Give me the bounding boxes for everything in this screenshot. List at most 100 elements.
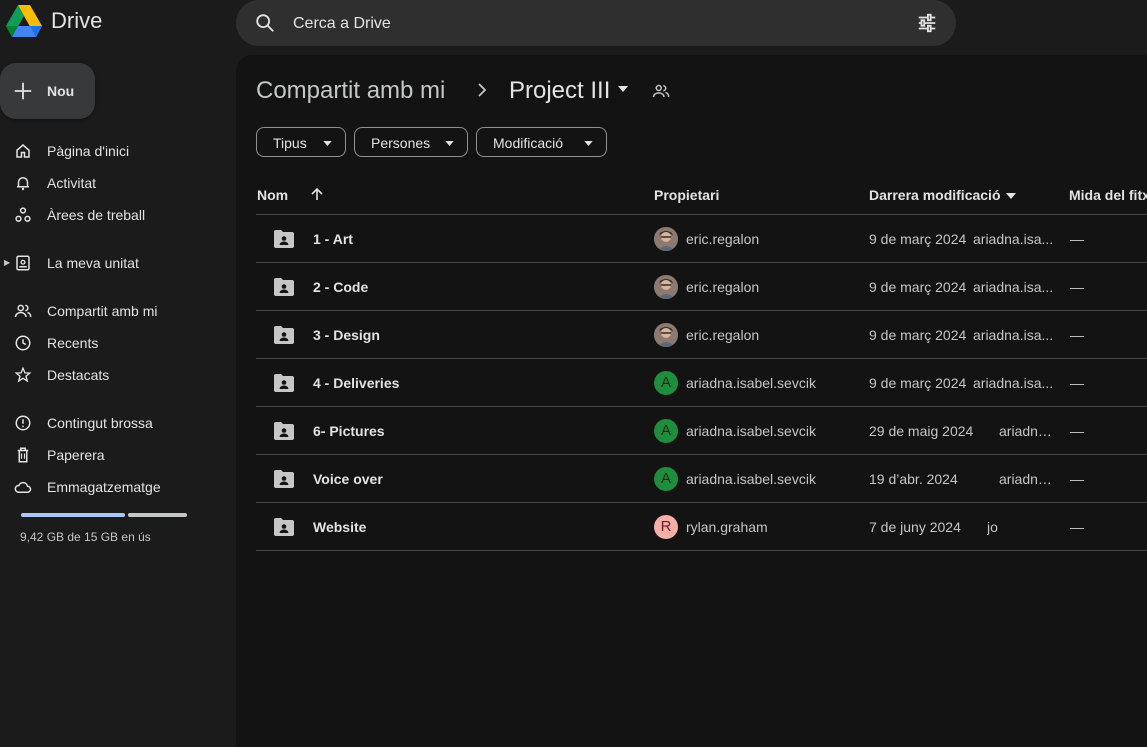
shared-folder-icon — [274, 470, 294, 488]
sidebar-item-activity[interactable]: Activitat — [0, 167, 230, 199]
avatar: R — [654, 515, 678, 539]
shared-folder-icon — [274, 518, 294, 536]
sidebar-item-label: Paperera — [47, 447, 105, 463]
file-size: — — [1070, 375, 1084, 391]
breadcrumb-parent[interactable]: Compartit amb mi — [256, 77, 445, 105]
drive-logo-icon — [6, 5, 42, 37]
sidebar-item-shared[interactable]: Compartit amb mi — [0, 295, 230, 327]
caret-down-icon — [323, 141, 332, 146]
file-name[interactable]: Voice over — [313, 471, 383, 487]
file-name[interactable]: 6- Pictures — [313, 423, 385, 439]
owner-name: rylan.graham — [686, 519, 768, 535]
modified-date: 9 de març 2024 — [869, 375, 967, 391]
caret-down-icon[interactable] — [1006, 193, 1016, 199]
sidebar-item-label: Pàgina d'inici — [47, 143, 130, 159]
table-row[interactable]: 4 - Deliveries A ariadna.isabel.sevcik 9… — [256, 359, 1147, 407]
owner-name: ariadna.isabel.sevcik — [686, 471, 816, 487]
sidebar-item-label: Recents — [47, 335, 99, 351]
sidebar-item-workspaces[interactable]: Àrees de treball — [0, 199, 230, 231]
main-content: Compartit amb mi Project III Tipus Perso… — [236, 55, 1147, 747]
table-row[interactable]: 1 - Art eric.regalon 9 de març 2024 aria… — [256, 215, 1147, 263]
caret-down-icon[interactable] — [617, 85, 629, 93]
sidebar-item-recent[interactable]: Recents — [0, 327, 230, 359]
table-row[interactable]: Voice over A ariadna.isabel.sevcik 19 d’… — [256, 455, 1147, 503]
table-row[interactable]: Website R rylan.graham 7 de juny 2024 jo… — [256, 503, 1147, 551]
column-header-name[interactable]: Nom — [257, 187, 288, 203]
file-size: — — [1070, 423, 1084, 439]
shared-folder-icon — [274, 278, 294, 296]
column-header-owner[interactable]: Propietari — [654, 187, 719, 203]
avatar: A — [654, 419, 678, 443]
file-name[interactable]: 3 - Design — [313, 327, 380, 343]
search-bar[interactable] — [236, 0, 956, 46]
file-size: — — [1070, 519, 1084, 535]
caret-down-icon — [445, 141, 454, 146]
storage-used-fill — [21, 513, 125, 517]
expand-caret-icon[interactable]: ▶ — [4, 258, 10, 267]
shared-icon — [14, 304, 32, 318]
storage-progress-bar — [21, 513, 187, 517]
trash-icon — [17, 447, 29, 463]
chevron-right-icon — [478, 83, 487, 97]
search-input[interactable] — [291, 11, 855, 37]
sidebar-item-starred[interactable]: Destacats — [0, 359, 230, 391]
table-row[interactable]: 3 - Design eric.regalon 9 de març 2024 a… — [256, 311, 1147, 359]
home-icon — [16, 144, 30, 158]
my-drive-icon — [16, 255, 30, 271]
sidebar-item-label: Destacats — [47, 367, 110, 383]
sidebar-item-label: Àrees de treball — [47, 207, 146, 223]
modified-by: ariadna.isa... — [973, 327, 1054, 343]
owner-name: eric.regalon — [686, 279, 760, 295]
tune-icon[interactable] — [916, 12, 938, 34]
shared-folder-icon — [274, 230, 294, 248]
column-header-size[interactable]: Mida del fitx — [1069, 187, 1147, 203]
file-name[interactable]: 2 - Code — [313, 279, 368, 295]
search-icon[interactable] — [254, 12, 276, 34]
sidebar-item-label: Emmagatzematge — [47, 479, 161, 495]
sidebar-item-home[interactable]: Pàgina d'inici — [0, 135, 230, 167]
table-row[interactable]: 2 - Code eric.regalon 9 de març 2024 ari… — [256, 263, 1147, 311]
filter-modified-chip[interactable]: Modificació — [476, 127, 607, 157]
sidebar-item-label: Contingut brossa — [47, 415, 153, 431]
shared-folder-people-icon[interactable] — [652, 83, 670, 99]
table-row[interactable]: 6- Pictures A ariadna.isabel.sevcik 29 d… — [256, 407, 1147, 455]
column-header-modified[interactable]: Darrera modificació — [869, 187, 1001, 203]
filter-type-chip[interactable]: Tipus — [256, 127, 346, 157]
avatar — [654, 227, 678, 251]
modified-by: jo — [987, 519, 998, 535]
sidebar-item-label: Compartit amb mi — [47, 303, 158, 319]
file-name[interactable]: Website — [313, 519, 366, 535]
avatar: A — [654, 371, 678, 395]
file-size: — — [1070, 471, 1084, 487]
file-size: — — [1070, 231, 1084, 247]
sidebar-item-storage[interactable]: Emmagatzematge — [0, 471, 230, 503]
storage-usage-text: 9,42 GB de 15 GB en ús — [20, 530, 151, 544]
sidebar-item-my-drive[interactable]: ▶ La meva unitat — [0, 247, 230, 279]
filter-modified-label: Modificació — [493, 135, 564, 151]
modified-date: 9 de març 2024 — [869, 279, 967, 295]
file-name[interactable]: 1 - Art — [313, 231, 353, 247]
app-name: Drive — [51, 8, 103, 33]
modified-date: 9 de març 2024 — [869, 231, 967, 247]
filter-people-chip[interactable]: Persones — [354, 127, 468, 157]
modified-by: ariadna.isa... — [973, 231, 1054, 247]
plus-icon — [14, 82, 32, 100]
file-size: — — [1070, 279, 1084, 295]
workspaces-icon — [15, 207, 31, 222]
file-name[interactable]: 4 - Deliveries — [313, 375, 399, 391]
sidebar-item-spam[interactable]: Contingut brossa — [0, 407, 230, 439]
modified-date: 29 de maig 2024 — [869, 423, 974, 439]
new-button-label: Nou — [47, 83, 75, 99]
clock-icon — [15, 335, 31, 351]
sidebar-item-trash[interactable]: Paperera — [0, 439, 230, 471]
avatar — [654, 323, 678, 347]
shared-folder-icon — [274, 326, 294, 344]
modified-date: 7 de juny 2024 — [869, 519, 961, 535]
avatar: A — [654, 467, 678, 491]
sort-arrow-up-icon[interactable] — [310, 187, 324, 201]
new-button[interactable]: Nou — [0, 63, 95, 119]
owner-name: eric.regalon — [686, 231, 760, 247]
breadcrumb-current[interactable]: Project III — [509, 77, 610, 105]
drive-logo[interactable]: Drive — [6, 5, 102, 37]
spam-icon — [15, 415, 31, 431]
